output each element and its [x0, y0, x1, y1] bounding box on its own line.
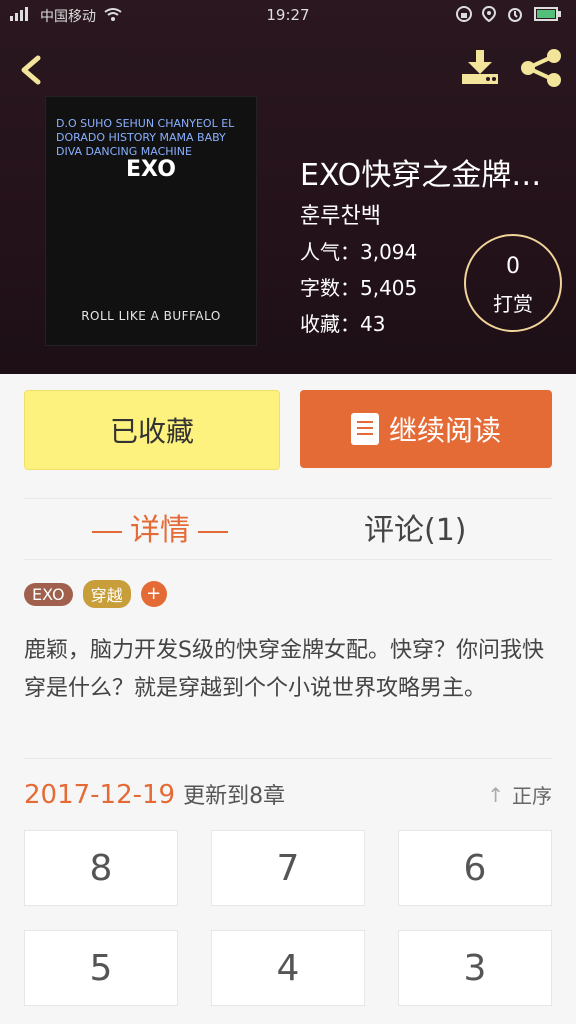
- chapter-button[interactable]: 4: [211, 930, 365, 1006]
- chapter-button[interactable]: 8: [24, 830, 178, 906]
- lock-icon: [456, 6, 472, 26]
- sort-order-label: 正序: [512, 784, 552, 808]
- reward-button[interactable]: 0 打赏: [464, 234, 562, 332]
- popularity-stat: 人气：3,094: [300, 240, 418, 264]
- reward-count: 0: [506, 254, 520, 279]
- tag-chuanyue[interactable]: 穿越: [82, 580, 131, 608]
- battery-icon: [534, 7, 562, 25]
- tab-indicator-left: [92, 530, 122, 533]
- favorites-label: 收藏: [300, 312, 340, 336]
- alarm-icon: [506, 6, 524, 26]
- favorites-stat: 收藏：43: [300, 312, 386, 336]
- popularity-label: 人气: [300, 240, 340, 264]
- chapter-button[interactable]: 7: [211, 830, 365, 906]
- chapter-button[interactable]: 6: [398, 830, 552, 906]
- status-bar: 中国移动 19:27: [0, 0, 576, 30]
- book-title: EXO快穿之金牌…: [300, 158, 542, 193]
- cover-center-text: EXO: [126, 157, 176, 182]
- update-info: 2017-12-19 更新到8章: [24, 778, 285, 810]
- book-author[interactable]: 훈루찬백: [300, 198, 381, 230]
- share-button[interactable]: [520, 48, 562, 92]
- collected-label: 已收藏: [109, 415, 194, 448]
- arrow-up-icon: ↑: [487, 782, 504, 807]
- book-icon: [350, 413, 379, 445]
- cover-tags-text: D.O SUHO SEHUN CHANYEOL EL DORADO HISTOR…: [56, 117, 235, 158]
- popularity-value: 3,094: [360, 240, 418, 264]
- tab-comments[interactable]: 评论(1): [364, 505, 467, 549]
- divider: [24, 758, 552, 759]
- download-button[interactable]: [458, 48, 502, 92]
- update-text: 更新到8章: [183, 784, 286, 809]
- continue-reading-label: 继续阅读: [388, 414, 501, 447]
- word-count-stat: 字数：5,405: [300, 276, 418, 300]
- word-count-label: 字数: [300, 276, 340, 300]
- chapter-button[interactable]: 3: [398, 930, 552, 1006]
- continue-reading-button[interactable]: 继续阅读: [300, 390, 552, 468]
- word-count-value: 5,405: [360, 276, 418, 300]
- back-button[interactable]: [14, 52, 50, 88]
- location-icon: [481, 5, 497, 26]
- cover-bottom-text: ROLL LIKE A BUFFALO: [81, 309, 221, 323]
- tab-detail-label: 详情: [130, 513, 190, 548]
- sort-order-button[interactable]: ↑ 正序: [487, 780, 552, 809]
- reward-label: 打赏: [493, 292, 533, 316]
- tab-detail[interactable]: 详情: [84, 505, 236, 549]
- book-cover[interactable]: D.O SUHO SEHUN CHANYEOL EL DORADO HISTOR…: [45, 96, 257, 346]
- tab-indicator-right: [198, 530, 228, 533]
- update-date: 2017-12-19: [24, 780, 176, 810]
- tag-list: EXO 穿越 +: [24, 580, 167, 608]
- add-tag-button[interactable]: +: [140, 581, 167, 607]
- chapter-button[interactable]: 5: [24, 930, 178, 1006]
- collected-button[interactable]: 已收藏: [24, 390, 280, 470]
- tab-comments-label: 评论(1): [364, 513, 467, 548]
- detail-tabs: 详情 评论(1): [24, 498, 552, 560]
- favorites-value: 43: [360, 312, 386, 336]
- tag-exo[interactable]: EXO: [24, 582, 73, 606]
- book-description: 鹿颖，脑力开发S级的快穿金牌女配。快穿？你问我快穿是什么？就是穿越到个个小说世界…: [24, 638, 544, 701]
- book-header: 中国移动 19:27 D.O SUHO SEHUN CHANYEOL EL DO…: [0, 0, 576, 374]
